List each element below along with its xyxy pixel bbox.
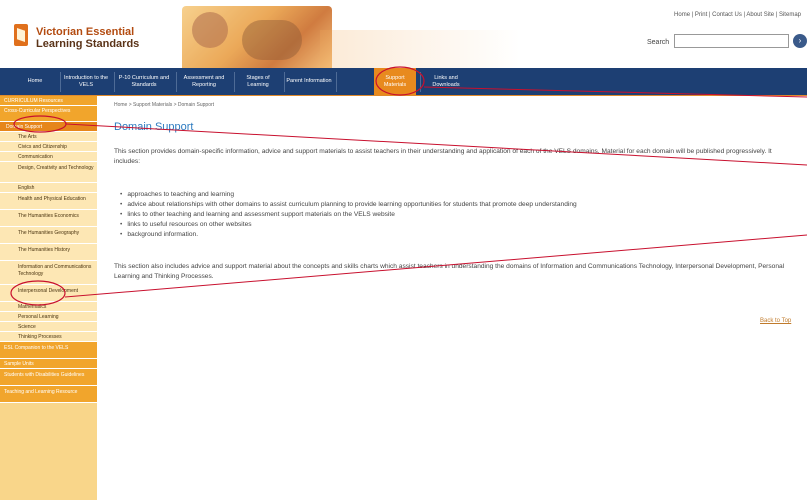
list-item: approaches to teaching and learning [120, 190, 577, 200]
nav-divider [284, 72, 285, 92]
header-photo [182, 6, 332, 68]
sidebar-item-design[interactable]: Design, Creativity and Technology [0, 162, 97, 183]
sidebar-item-thinking-processes[interactable]: Thinking Processes [0, 332, 97, 342]
logo-line-1: Victorian Essential [36, 26, 135, 38]
site-header: Victorian Essential Learning Standards H… [0, 0, 807, 68]
nav-links-downloads[interactable]: Links and Downloads [424, 68, 468, 95]
sidebar-item-humanities-economics[interactable]: The Humanities Economics [0, 210, 97, 227]
main-nav: Home Introduction to the VELS P-10 Curri… [0, 68, 807, 96]
nav-divider [114, 72, 115, 92]
nav-divider [336, 72, 337, 92]
search-go-icon[interactable]: › [793, 34, 807, 48]
sidebar-item-civics[interactable]: Civics and Citizenship [0, 142, 97, 152]
site-logo-text[interactable]: Victorian Essential Learning Standards [36, 26, 139, 50]
nav-home[interactable]: Home [18, 68, 52, 95]
page-title: Domain Support [114, 121, 194, 133]
list-item: advice about relationships with other do… [120, 200, 576, 210]
list-item: links to useful resources on other websi… [120, 220, 577, 230]
list-item: background information. [120, 230, 577, 240]
sidebar-item-humanities-geography[interactable]: The Humanities Geography [0, 227, 97, 244]
header-decoration [320, 30, 520, 68]
sidebar-item-humanities-history[interactable]: The Humanities History [0, 244, 97, 261]
bullet-list: approaches to teaching and learning advi… [120, 190, 577, 240]
search-input[interactable] [674, 34, 789, 48]
sidebar-item-sample-units[interactable]: Sample Units [0, 359, 97, 369]
sidebar-item-esl-companion[interactable]: ESL Companion to the VELS [0, 342, 97, 359]
nav-curriculum[interactable]: P-10 Curriculum and Standards [116, 68, 172, 95]
sidebar-item-mathematics[interactable]: Mathematics [0, 302, 97, 312]
closing-paragraph: This section also includes advice and su… [114, 263, 785, 280]
sidebar-item-interpersonal-development[interactable]: Interpersonal Development [0, 285, 97, 302]
sidebar-item-cross-curricular[interactable]: Cross-Curricular Perspectives [0, 106, 97, 122]
nav-divider [176, 72, 177, 92]
nav-parent-info[interactable]: Parent Information [286, 68, 332, 95]
nav-divider [234, 72, 235, 92]
sidebar-item-teaching-learning[interactable]: Teaching and Learning Resource [0, 386, 97, 403]
utility-links[interactable]: Home | Print | Contact Us | About Site |… [674, 12, 801, 18]
sidebar-item-domain-support[interactable]: Domain Support [0, 122, 97, 132]
sidebar-item-personal-learning[interactable]: Personal Learning [0, 312, 97, 322]
search-label: Search [647, 39, 670, 46]
sidebar-item-students-disabilities[interactable]: Students with Disabilities Guidelines [0, 369, 97, 386]
sidebar-item-the-arts[interactable]: The Arts [0, 132, 97, 142]
list-item: links to other teaching and learning and… [120, 210, 577, 220]
intro-paragraph: This section provides domain-specific in… [114, 148, 772, 165]
back-to-top-link[interactable]: Back to Top [760, 318, 791, 324]
nav-introduction[interactable]: Introduction to the VELS [62, 68, 110, 95]
nav-stages[interactable]: Stages of Learning [236, 68, 280, 95]
nav-divider [60, 72, 61, 92]
sidebar-item-science[interactable]: Science [0, 322, 97, 332]
logo-line-2: Learning Standards [36, 38, 140, 50]
vels-logo-icon[interactable] [14, 24, 28, 46]
sidebar-item-communication[interactable]: Communication [0, 152, 97, 162]
sidebar-item-health-pe[interactable]: Health and Physical Education [0, 193, 97, 210]
sidebar-item-english[interactable]: English [0, 183, 97, 193]
nav-assessment[interactable]: Assessment and Reporting [178, 68, 230, 95]
nav-support-materials[interactable]: Support Materials [374, 68, 416, 95]
nav-divider [420, 72, 421, 92]
sidebar-item-ict[interactable]: Information and Communications Technolog… [0, 261, 97, 285]
sidebar-item-curriculum-resources[interactable]: CURRICULUM Resources [0, 96, 97, 106]
sidebar: CURRICULUM Resources Cross-Curricular Pe… [0, 96, 97, 500]
breadcrumb[interactable]: Home > Support Materials > Domain Suppor… [114, 102, 214, 108]
